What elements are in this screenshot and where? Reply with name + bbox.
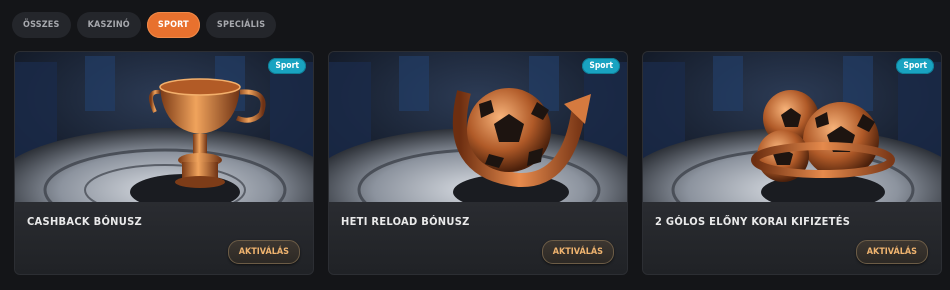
card-info: HETI RELOAD BÓNUSZ AKTIVÁLÁS — [329, 202, 627, 274]
card-title: 2 GÓLOS ELŐNY KORAI KIFIZETÉS — [655, 215, 851, 228]
promo-card-cashback: Sport CASHBACK BÓNUSZ AKTIVÁLÁS — [14, 51, 314, 275]
two-footballs-image: Sport — [643, 52, 941, 202]
category-tabs: ÖSSZES KASZINÓ SPORT SPECIÁLIS — [12, 12, 277, 38]
card-info: CASHBACK BÓNUSZ AKTIVÁLÁS — [15, 202, 313, 274]
tab-kaszino[interactable]: KASZINÓ — [76, 12, 141, 38]
tab-sport[interactable]: SPORT — [146, 12, 200, 38]
activate-button[interactable]: AKTIVÁLÁS — [855, 240, 928, 264]
sport-badge: Sport — [268, 58, 306, 74]
tab-specialis[interactable]: SPECIÁLIS — [205, 12, 277, 38]
trophy-cup-image: Sport — [15, 52, 313, 202]
card-info: 2 GÓLOS ELŐNY KORAI KIFIZETÉS AKTIVÁLÁS — [643, 202, 941, 274]
promo-card-heti-reload: Sport HETI RELOAD BÓNUSZ AKTIVÁLÁS — [328, 51, 628, 275]
activate-button[interactable]: AKTIVÁLÁS — [541, 240, 614, 264]
promo-cards: Sport CASHBACK BÓNUSZ AKTIVÁLÁS Sport HE… — [14, 51, 942, 275]
card-title: HETI RELOAD BÓNUSZ — [341, 215, 470, 228]
football-arrow-image: Sport — [329, 52, 627, 202]
tab-osszes[interactable]: ÖSSZES — [12, 12, 71, 38]
promo-card-2-golos: Sport 2 GÓLOS ELŐNY KORAI KIFIZETÉS AKTI… — [642, 51, 942, 275]
activate-button[interactable]: AKTIVÁLÁS — [227, 240, 300, 264]
card-title: CASHBACK BÓNUSZ — [27, 215, 142, 228]
sport-badge: Sport — [896, 58, 934, 74]
sport-badge: Sport — [582, 58, 620, 74]
